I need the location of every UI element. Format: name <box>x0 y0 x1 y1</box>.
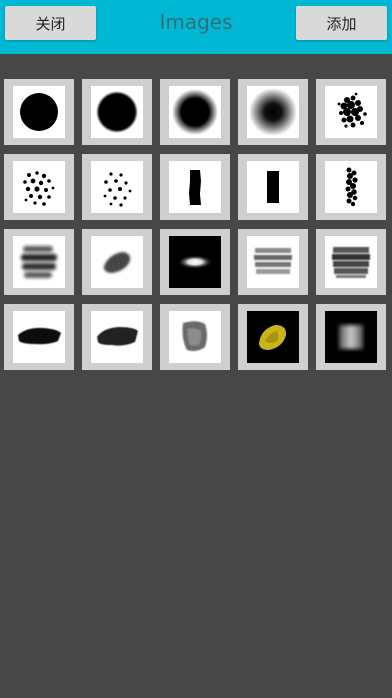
dotted-column-brush-thumbnail <box>325 161 377 213</box>
brush-tile[interactable] <box>238 79 308 145</box>
grey-texture-brush-thumbnail <box>247 236 299 288</box>
rect-brush-thumbnail <box>247 161 299 213</box>
add-button[interactable]: 添加 <box>296 6 387 40</box>
round-brush-thumbnail <box>91 86 143 138</box>
brush-tile[interactable] <box>160 229 230 295</box>
brush-tile[interactable] <box>238 304 308 370</box>
hard-round-brush-thumbnail <box>13 86 65 138</box>
brush-tile[interactable] <box>4 154 74 220</box>
brush-tile[interactable] <box>160 154 230 220</box>
soft-round-brush-thumbnail <box>169 86 221 138</box>
sparse-dots-brush-thumbnail <box>91 161 143 213</box>
brush-tile[interactable] <box>160 304 230 370</box>
paint-stroke-brush-thumbnail <box>13 311 65 363</box>
brush-tile[interactable] <box>238 154 308 220</box>
paint-stroke-brush-2-thumbnail <box>91 311 143 363</box>
brush-tile[interactable] <box>82 229 152 295</box>
brush-tile[interactable] <box>4 229 74 295</box>
spatter-brush-thumbnail <box>325 86 377 138</box>
dark-texture-brush-thumbnail <box>325 236 377 288</box>
smudge-brush-thumbnail <box>13 236 65 288</box>
dots-brush-thumbnail <box>13 161 65 213</box>
page-title: Images <box>159 10 233 34</box>
glow-ellipse-brush-thumbnail <box>169 236 221 288</box>
airbrush-thumbnail <box>247 86 299 138</box>
brush-tile[interactable] <box>316 79 386 145</box>
top-bar: 关闭 Images 添加 <box>0 0 392 54</box>
brush-tile[interactable] <box>238 229 308 295</box>
brush-grid <box>4 79 386 370</box>
brush-tile[interactable] <box>160 79 230 145</box>
small-smudge-brush-thumbnail <box>91 236 143 288</box>
yellow-blob-brush-thumbnail <box>247 311 299 363</box>
close-button[interactable]: 关闭 <box>5 6 96 40</box>
brush-tile[interactable] <box>82 304 152 370</box>
brush-tile[interactable] <box>316 229 386 295</box>
brush-tile[interactable] <box>82 79 152 145</box>
brush-tile[interactable] <box>316 154 386 220</box>
brush-tile[interactable] <box>316 304 386 370</box>
brush-tile[interactable] <box>4 79 74 145</box>
brush-tile[interactable] <box>82 154 152 220</box>
stone-texture-brush-thumbnail <box>169 311 221 363</box>
rough-rect-brush-thumbnail <box>169 161 221 213</box>
brush-tile[interactable] <box>4 304 74 370</box>
soft-square-brush-thumbnail <box>325 311 377 363</box>
